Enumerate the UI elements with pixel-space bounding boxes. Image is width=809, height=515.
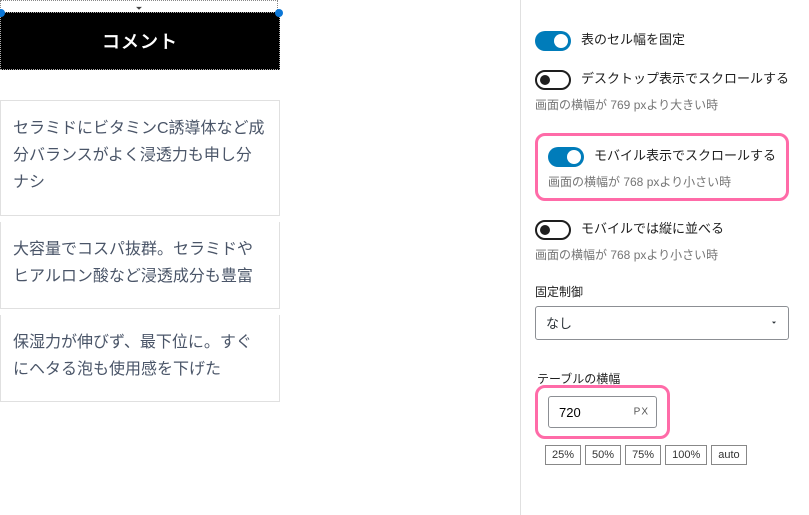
setting-table-width: テーブルの横幅 PX 25% 50% 75% 100% auto [535,370,789,465]
resize-handle-tr[interactable] [275,9,283,17]
editor-canvas: コメント セラミドにビタミンC誘導体など成分バランスがよく浸透力も申し分ナシ 大… [0,0,280,515]
toggle-desktop-scroll[interactable] [535,70,571,90]
table-body: セラミドにビタミンC誘導体など成分バランスがよく浸透力も申し分ナシ 大容量でコス… [0,100,280,402]
setting-mobile-stack: モバイルでは縦に並べる 画面の横幅が 768 pxより小さい時 [535,219,789,263]
setting-desktop-scroll: デスクトップ表示でスクロールする 画面の横幅が 769 pxより大きい時 [535,69,789,113]
table-width-unit: PX [634,407,649,418]
table-block[interactable]: コメント セラミドにビタミンC誘導体など成分バランスがよく浸透力も申し分ナシ 大… [0,0,280,402]
fixed-control-select[interactable]: なし [535,306,789,340]
toggle-description: 画面の横幅が 768 pxより小さい時 [548,173,776,190]
preset-50[interactable]: 50% [585,445,621,465]
preset-100[interactable]: 100% [665,445,707,465]
table-header-cell[interactable]: コメント [0,12,280,70]
table-header-text: コメント [102,28,178,54]
toggle-mobile-stack[interactable] [535,220,571,240]
toggle-label: デスクトップ表示でスクロールする [581,69,789,89]
toggle-label: モバイルでは縦に並べる [581,219,724,239]
setting-fixed-cell-width: 表のセル幅を固定 [535,30,789,51]
toggle-fixed-cell-width[interactable] [535,31,571,51]
table-cell[interactable]: 保湿力が伸びず、最下位に。すぐにヘタる泡も使用感を下げた [0,315,280,402]
table-cell[interactable]: 大容量でコスパ抜群。セラミドやヒアルロン酸など浸透成分も豊富 [0,222,280,309]
toggle-label: 表のセル幅を固定 [581,30,685,50]
toggle-mobile-scroll[interactable] [548,147,584,167]
preset-75[interactable]: 75% [625,445,661,465]
resize-handle-tl[interactable] [0,9,5,17]
table-width-presets: 25% 50% 75% 100% auto [545,445,789,465]
settings-sidebar: 表のセル幅を固定 デスクトップ表示でスクロールする 画面の横幅が 769 pxよ… [521,0,809,515]
fixed-control-label: 固定制御 [535,283,789,300]
setting-mobile-scroll-highlight: モバイル表示でスクロールする 画面の横幅が 768 pxより小さい時 [535,133,789,201]
table-width-label: テーブルの横幅 [535,370,789,387]
toggle-description: 画面の横幅が 768 pxより小さい時 [535,246,789,263]
preset-auto[interactable]: auto [711,445,746,465]
preset-25[interactable]: 25% [545,445,581,465]
table-width-highlight: PX [535,385,670,439]
toggle-description: 画面の横幅が 769 pxより大きい時 [535,96,789,113]
toggle-label: モバイル表示でスクロールする [594,146,776,166]
fixed-control-select-wrap: なし [535,306,789,340]
table-cell[interactable]: セラミドにビタミンC誘導体など成分バランスがよく浸透力も申し分ナシ [0,101,280,216]
